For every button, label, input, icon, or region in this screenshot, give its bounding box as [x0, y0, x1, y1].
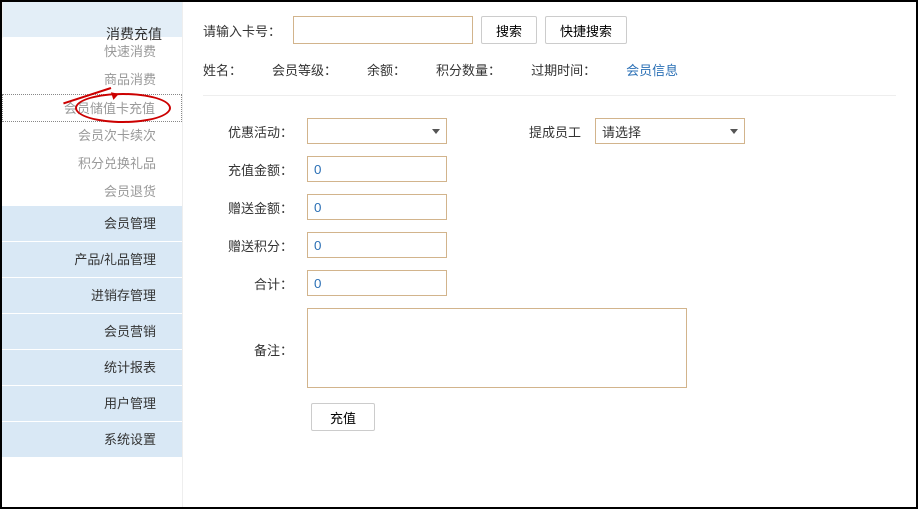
search-button[interactable]: 搜索	[481, 16, 537, 44]
search-row: 请输入卡号： 搜索 快捷搜索	[203, 16, 896, 44]
info-balance: 余额：	[367, 60, 406, 79]
nav-section-consume[interactable]: 消费充值	[2, 2, 182, 38]
info-level: 会员等级：	[272, 60, 337, 79]
nav-section-label: 用户管理	[104, 396, 156, 411]
staff-value: 请选择	[602, 122, 641, 141]
nav-section-label: 会员管理	[104, 216, 156, 231]
nav-section-label: 统计报表	[104, 360, 156, 375]
total-input[interactable]	[307, 270, 447, 296]
card-number-label: 请输入卡号：	[203, 21, 281, 40]
info-points: 积分数量：	[436, 60, 501, 79]
member-info-row: 姓名： 会员等级： 余额： 积分数量： 过期时间： 会员信息	[203, 56, 896, 96]
bonus-amount-label: 赠送金额：	[203, 188, 303, 226]
remark-label: 备注：	[203, 302, 303, 397]
staff-label: 提成员工	[491, 112, 591, 150]
caret-down-icon	[730, 129, 738, 134]
nav-section-report[interactable]: 统计报表	[2, 350, 182, 386]
recharge-amount-input[interactable]	[307, 156, 447, 182]
nav-sub-times-card[interactable]: 会员次卡续次	[2, 122, 182, 150]
info-expire: 过期时间：	[531, 60, 596, 79]
bonus-points-label: 赠送积分：	[203, 226, 303, 264]
main-panel: 请输入卡号： 搜索 快捷搜索 姓名： 会员等级： 余额： 积分数量： 过期时间：…	[182, 2, 916, 507]
recharge-amount-label: 充值金额：	[203, 150, 303, 188]
nav-section-member[interactable]: 会员管理	[2, 206, 182, 242]
promo-label: 优惠活动：	[203, 112, 303, 150]
sidebar: 消费充值 快速消费 商品消费 会员储值卡充值 会员次卡续次 积分兑换礼品 会员退…	[2, 2, 182, 507]
nav-section-inventory[interactable]: 进销存管理	[2, 278, 182, 314]
total-label: 合计：	[203, 264, 303, 302]
caret-down-icon	[432, 129, 440, 134]
info-name: 姓名：	[203, 60, 242, 79]
nav-sub-points-exchange[interactable]: 积分兑换礼品	[2, 150, 182, 178]
nav-section-marketing[interactable]: 会员营销	[2, 314, 182, 350]
remark-textarea[interactable]	[307, 308, 687, 388]
bonus-points-input[interactable]	[307, 232, 447, 258]
nav-sub-refund[interactable]: 会员退货	[2, 178, 182, 206]
nav-section-label: 消费充值	[106, 26, 162, 42]
nav-section-label: 进销存管理	[91, 288, 156, 303]
nav-section-settings[interactable]: 系统设置	[2, 422, 182, 458]
nav-section-label: 系统设置	[104, 432, 156, 447]
nav-sub-recharge[interactable]: 会员储值卡充值	[2, 94, 182, 122]
promo-select[interactable]	[307, 118, 447, 144]
nav-sub-goods-consume[interactable]: 商品消费	[2, 66, 182, 94]
card-number-input[interactable]	[293, 16, 473, 44]
recharge-form: 优惠活动： 提成员工 请选择 充值金额：	[203, 112, 749, 437]
nav-sub-label: 会员储值卡充值	[64, 101, 155, 116]
bonus-amount-input[interactable]	[307, 194, 447, 220]
nav-section-product[interactable]: 产品/礼品管理	[2, 242, 182, 278]
quick-search-button[interactable]: 快捷搜索	[545, 16, 627, 44]
staff-select[interactable]: 请选择	[595, 118, 745, 144]
recharge-submit-button[interactable]: 充值	[311, 403, 375, 431]
nav-section-label: 产品/礼品管理	[74, 252, 156, 267]
nav-section-user[interactable]: 用户管理	[2, 386, 182, 422]
nav-section-label: 会员营销	[104, 324, 156, 339]
member-info-link[interactable]: 会员信息	[626, 60, 678, 79]
